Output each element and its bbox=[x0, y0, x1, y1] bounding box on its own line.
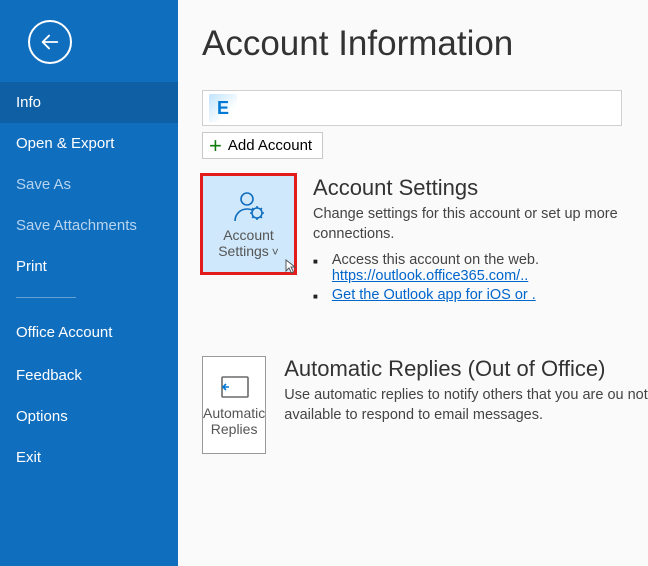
back-button[interactable] bbox=[28, 20, 72, 64]
sidebar-item-office-account[interactable]: Office Account bbox=[0, 312, 178, 355]
automatic-replies-tile[interactable]: Automatic Replies bbox=[202, 356, 266, 454]
exchange-icon: E bbox=[209, 94, 237, 122]
sidebar-item-print[interactable]: Print bbox=[0, 246, 178, 287]
auto-reply-icon bbox=[217, 373, 251, 401]
page-title: Account Information bbox=[202, 24, 648, 64]
account-settings-section: Account Settings Change settings for thi… bbox=[313, 175, 648, 306]
plus-icon: + bbox=[209, 138, 222, 154]
main-content: Account Information E + Add Account Acco… bbox=[178, 0, 648, 566]
bullet-access-web: Access this account on the web. bbox=[332, 252, 539, 268]
sidebar-item-options[interactable]: Options bbox=[0, 396, 178, 437]
add-account-button[interactable]: + Add Account bbox=[202, 132, 323, 159]
arrow-left-icon bbox=[39, 31, 61, 53]
account-settings-tile-label: Account Settings bbox=[218, 227, 274, 259]
owa-link[interactable]: https://outlook.office365.com/.. bbox=[332, 268, 528, 284]
automatic-replies-description: Use automatic replies to notify others t… bbox=[284, 386, 648, 425]
account-settings-description: Change settings for this account or set … bbox=[313, 205, 648, 244]
sidebar-separator bbox=[16, 297, 76, 298]
account-settings-heading: Account Settings bbox=[313, 175, 648, 201]
person-gear-icon bbox=[231, 189, 267, 223]
add-account-label: Add Account bbox=[228, 137, 312, 154]
cursor-icon bbox=[284, 258, 300, 274]
sidebar-item-info[interactable]: Info bbox=[0, 82, 178, 123]
sidebar-item-open-export[interactable]: Open & Export bbox=[0, 123, 178, 164]
automatic-replies-heading: Automatic Replies (Out of Office) bbox=[284, 356, 648, 382]
mobile-app-link[interactable]: Get the Outlook app for iOS or . bbox=[332, 287, 536, 303]
sidebar-item-exit[interactable]: Exit bbox=[0, 437, 178, 478]
sidebar-item-feedback[interactable]: Feedback bbox=[0, 355, 178, 396]
automatic-replies-tile-label: Automatic Replies bbox=[203, 405, 265, 437]
sidebar-item-save-attachments[interactable]: Save Attachments bbox=[0, 205, 178, 246]
account-selector[interactable]: E bbox=[202, 90, 622, 126]
sidebar-item-save-as[interactable]: Save As bbox=[0, 164, 178, 205]
automatic-replies-section: Automatic Replies (Out of Office) Use au… bbox=[284, 356, 648, 433]
sidebar: Info Open & Export Save As Save Attachme… bbox=[0, 0, 178, 566]
chevron-down-icon: ˅ bbox=[272, 245, 279, 259]
account-settings-tile[interactable]: Account Settings˅ bbox=[202, 175, 295, 273]
